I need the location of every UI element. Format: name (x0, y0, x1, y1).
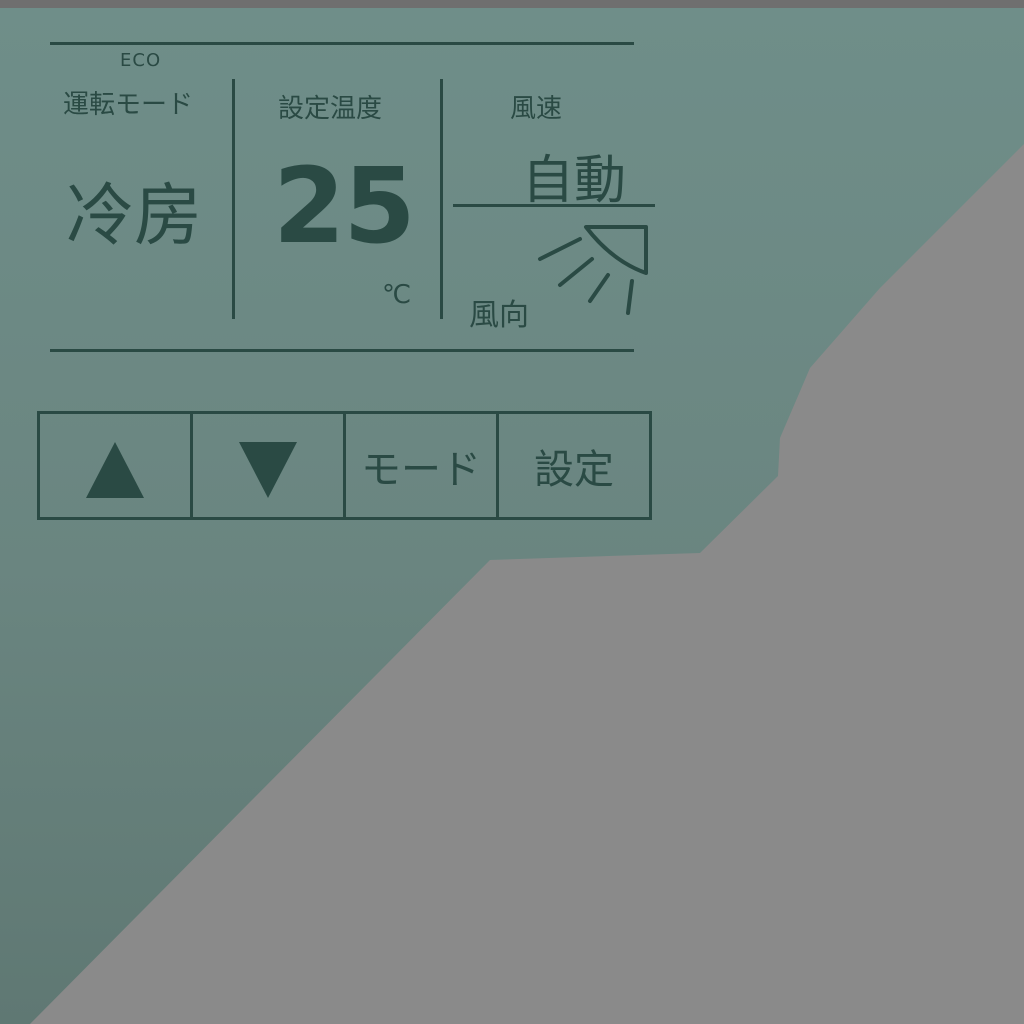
control-button-row: モード 設定 (37, 411, 652, 520)
temperature-value: 25 (273, 145, 416, 267)
triangle-down-icon (239, 441, 297, 498)
display-bottom-rule (50, 349, 634, 352)
temperature-unit: ℃ (382, 280, 412, 310)
fan-speed-label: 風速 (510, 94, 563, 124)
temperature-label: 設定温度 (278, 94, 383, 124)
mode-value: 冷房 (66, 177, 203, 256)
divider-mode-temp (232, 79, 235, 319)
fan-speed-value: 自動 (522, 151, 627, 211)
direction-label: 風向 (469, 298, 529, 333)
triangle-up-icon (86, 441, 144, 498)
top-edge-strip (0, 0, 1024, 8)
mode-button[interactable]: モード (343, 414, 496, 517)
mode-button-label: モード (361, 446, 481, 493)
settings-button[interactable]: 設定 (496, 414, 649, 517)
mode-label: 運転モード (63, 90, 194, 120)
divider-temp-fan (440, 79, 443, 319)
display-top-rule (50, 42, 634, 45)
eco-indicator: ECO (120, 50, 162, 71)
louver-direction-icon (538, 225, 648, 315)
temp-up-button[interactable] (40, 414, 190, 517)
settings-button-label: 設定 (534, 446, 614, 493)
temp-down-button[interactable] (190, 414, 343, 517)
